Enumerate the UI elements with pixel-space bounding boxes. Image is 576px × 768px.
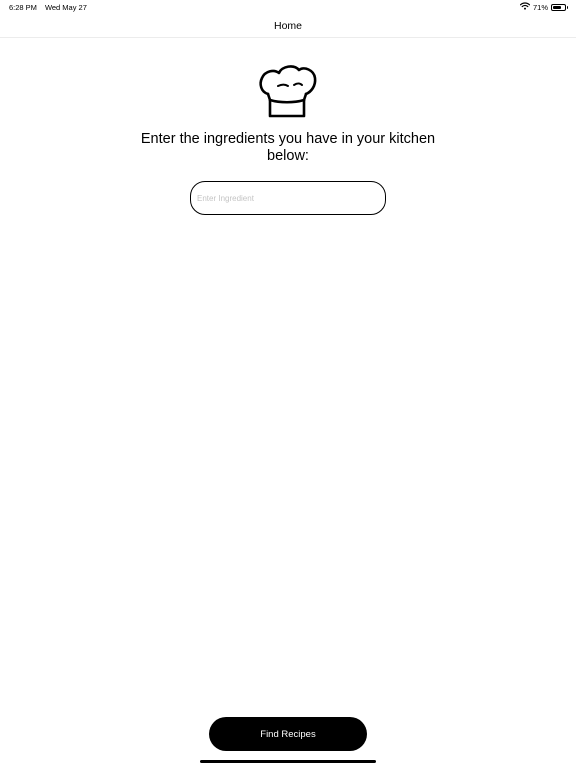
status-bar: 6:28 PM Wed May 27 71% xyxy=(0,0,576,14)
home-indicator[interactable] xyxy=(200,760,376,763)
wifi-icon xyxy=(519,2,531,12)
status-time: 6:28 PM xyxy=(9,3,37,12)
page-title: Home xyxy=(273,20,302,32)
status-date: Wed May 27 xyxy=(44,3,87,12)
navigation-bar: Home xyxy=(0,14,576,38)
battery-fill xyxy=(553,5,561,9)
home-screen: 6:28 PM Wed May 27 71% Home Enter the in… xyxy=(0,0,576,768)
chef-hat-icon xyxy=(258,58,318,120)
battery-percentage: 71% xyxy=(532,2,548,12)
instruction-text: Enter the ingredients you have in your k… xyxy=(140,131,436,164)
status-left: 6:28 PM Wed May 27 xyxy=(9,3,87,12)
find-recipes-button[interactable]: Find Recipes xyxy=(209,717,367,751)
ingredient-input[interactable] xyxy=(190,181,386,215)
battery-icon xyxy=(551,3,568,11)
status-right: 71% xyxy=(519,2,568,12)
battery-nub xyxy=(566,6,568,9)
